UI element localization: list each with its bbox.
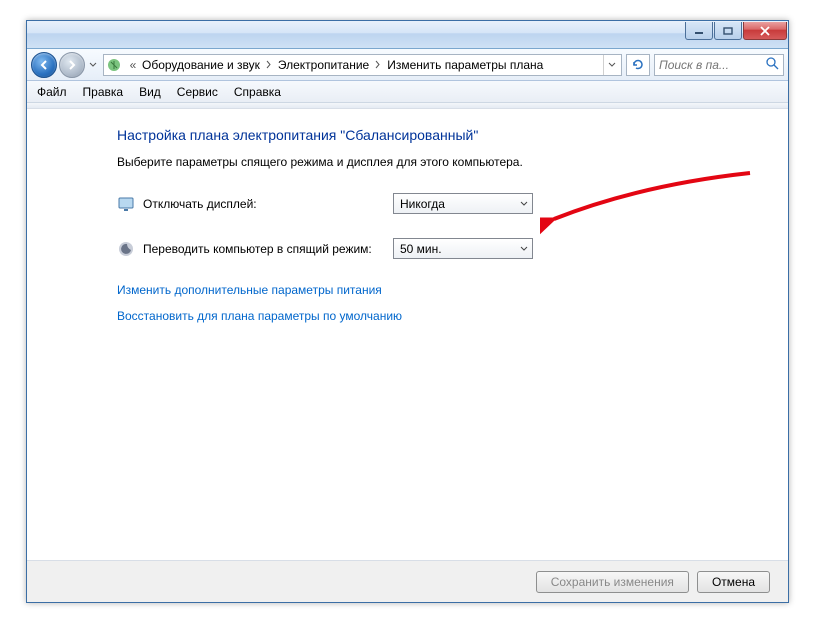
chevron-down-icon <box>520 246 528 252</box>
links-section: Изменить дополнительные параметры питани… <box>117 283 748 323</box>
breadcrumb-item[interactable]: Оборудование и звук <box>140 58 262 72</box>
display-off-dropdown[interactable]: Никогда <box>393 193 533 214</box>
menu-edit[interactable]: Правка <box>75 83 132 101</box>
footer-bar: Сохранить изменения Отмена <box>27 560 788 602</box>
window-frame: « Оборудование и звук Электропитание Изм… <box>26 20 789 603</box>
breadcrumb-item[interactable]: Изменить параметры плана <box>385 58 545 72</box>
search-input[interactable] <box>659 58 766 72</box>
navigation-bar: « Оборудование и звук Электропитание Изм… <box>27 49 788 81</box>
maximize-icon <box>723 27 733 35</box>
back-arrow-icon <box>37 58 51 72</box>
sleep-label: Переводить компьютер в спящий режим: <box>143 242 393 256</box>
chevron-right-icon[interactable] <box>371 60 385 69</box>
menu-help[interactable]: Справка <box>226 83 289 101</box>
display-off-value: Никогда <box>400 197 445 211</box>
close-icon <box>759 26 771 36</box>
close-button[interactable] <box>743 22 787 40</box>
content-area: Настройка плана электропитания "Сбаланси… <box>27 109 788 560</box>
sleep-value: 50 мин. <box>400 242 442 256</box>
minimize-button[interactable] <box>685 22 713 40</box>
save-button[interactable]: Сохранить изменения <box>536 571 689 593</box>
display-off-label: Отключать дисплей: <box>143 197 393 211</box>
maximize-button[interactable] <box>714 22 742 40</box>
setting-row-display: Отключать дисплей: Никогда <box>117 193 748 214</box>
page-title: Настройка плана электропитания "Сбаланси… <box>117 127 748 143</box>
chevron-down-icon <box>89 62 97 68</box>
refresh-button[interactable] <box>626 54 650 76</box>
menu-view[interactable]: Вид <box>131 83 169 101</box>
setting-row-sleep: Переводить компьютер в спящий режим: 50 … <box>117 238 748 259</box>
menu-tools[interactable]: Сервис <box>169 83 226 101</box>
advanced-settings-link[interactable]: Изменить дополнительные параметры питани… <box>117 283 748 297</box>
titlebar <box>27 21 788 49</box>
address-bar[interactable]: « Оборудование и звук Электропитание Изм… <box>103 54 622 76</box>
monitor-icon <box>117 195 135 213</box>
moon-icon <box>117 240 135 258</box>
breadcrumb-chevron[interactable]: « <box>126 58 140 72</box>
chevron-down-icon <box>608 62 616 68</box>
chevron-down-icon <box>520 201 528 207</box>
nav-arrows <box>31 52 99 78</box>
nav-history-dropdown[interactable] <box>87 55 99 75</box>
location-icon <box>106 57 122 73</box>
breadcrumb: « Оборудование и звук Электропитание Изм… <box>126 58 599 72</box>
sleep-dropdown[interactable]: 50 мин. <box>393 238 533 259</box>
search-box[interactable] <box>654 54 784 76</box>
breadcrumb-item[interactable]: Электропитание <box>276 58 371 72</box>
restore-defaults-link[interactable]: Восстановить для плана параметры по умол… <box>117 309 748 323</box>
menu-file[interactable]: Файл <box>29 83 75 101</box>
caption-buttons <box>684 22 787 40</box>
address-dropdown[interactable] <box>603 55 619 75</box>
page-subtitle: Выберите параметры спящего режима и дисп… <box>117 155 748 169</box>
forward-arrow-icon <box>65 58 79 72</box>
refresh-icon <box>631 58 645 72</box>
back-button[interactable] <box>31 52 57 78</box>
menu-bar: Файл Правка Вид Сервис Справка <box>27 81 788 103</box>
cancel-button[interactable]: Отмена <box>697 571 770 593</box>
chevron-right-icon[interactable] <box>262 60 276 69</box>
forward-button[interactable] <box>59 52 85 78</box>
search-icon[interactable] <box>766 57 779 73</box>
minimize-icon <box>694 27 704 35</box>
